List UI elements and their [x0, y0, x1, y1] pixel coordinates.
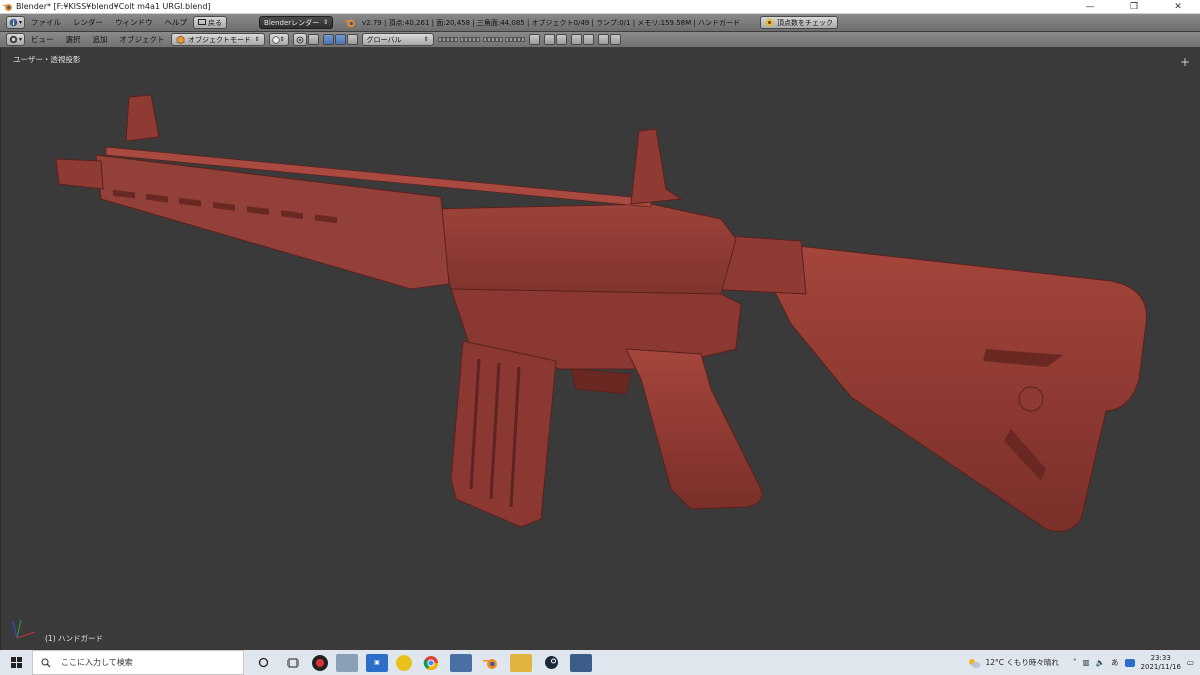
opengl-render-icon[interactable] [597, 34, 609, 45]
minimize-button[interactable]: — [1068, 0, 1112, 14]
check-vertices-label: 頂点数をチェック [776, 18, 833, 27]
photos-app-icon[interactable] [336, 653, 358, 672]
system-tray: 12°C くもり時々晴れ ˄ ▥ 🔈 あ 23:33 2021/11/16 ▭ [967, 650, 1200, 675]
rear-sight-shape [630, 128, 683, 205]
blender-window: Blender* [F:¥KISS¥blend¥Colt m4a1 URGI.b… [0, 0, 1200, 675]
weather-text[interactable]: 12°C くもり時々晴れ [985, 657, 1058, 668]
back-button[interactable]: 戻る [193, 16, 228, 29]
mode-select[interactable]: オブジェクトモード ⇕ [170, 33, 265, 46]
proportional-edit-icon[interactable] [543, 34, 555, 45]
magazine-shape [450, 340, 557, 528]
orientation-value: グローバル [366, 35, 402, 44]
menu-render[interactable]: レンダー [67, 17, 109, 28]
stock-knob-shape [1018, 386, 1044, 412]
info-header: ▾ ファイル レンダー ウィンドウ ヘルプ 戻る Blenderレンダー ⇕ v… [0, 14, 1200, 32]
steam-icon[interactable] [540, 654, 562, 672]
trigger-guard-shape [570, 368, 632, 395]
menu-file[interactable]: ファイル [25, 17, 67, 28]
chevron-up-icon[interactable]: ˄ [1073, 658, 1077, 667]
axis-gizmo-icon [12, 619, 36, 639]
task-view-icon[interactable] [282, 654, 304, 672]
pivot-select[interactable] [292, 33, 307, 46]
menu-help[interactable]: ヘルプ [159, 17, 194, 28]
active-object-info: (1) ハンドガード [45, 634, 104, 643]
start-button[interactable] [0, 650, 32, 675]
menu-add[interactable]: 追加 [87, 34, 114, 45]
muzzle-shape [55, 158, 104, 190]
window-title: Blender* [F:¥KISS¥blend¥Colt m4a1 URGI.b… [16, 2, 211, 11]
translate-manipulator-icon[interactable] [322, 34, 334, 45]
file-explorer-icon[interactable] [510, 653, 532, 672]
object-mode-icon [176, 35, 184, 44]
chrome-icon[interactable] [420, 654, 442, 672]
weather-icon [969, 658, 981, 668]
store-app-icon[interactable]: ▣ [366, 653, 388, 672]
chevron-updown-icon: ⇕ [423, 36, 429, 43]
search-icon [41, 658, 51, 667]
rifle-model[interactable] [1, 49, 1200, 650]
taskbar-search-input[interactable]: ここに入力して検索 [32, 650, 244, 675]
view3d-header: ▾ ビュー 選択 追加 オブジェクト オブジェクトモード ⇕ ⇕ グローバル ⇕ [0, 32, 1200, 48]
menu-window[interactable]: ウィンドウ [109, 17, 159, 28]
cortana-icon[interactable] [252, 654, 274, 672]
rotate-manipulator-icon[interactable] [334, 34, 346, 45]
info-icon [9, 18, 18, 27]
back-label: 戻る [208, 18, 223, 27]
clock-time: 23:33 [1150, 653, 1171, 662]
snap-toggle-icon[interactable] [570, 34, 582, 45]
screen-icon [198, 19, 207, 25]
menu-view[interactable]: ビュー [25, 34, 60, 45]
front-sight-shape [125, 94, 160, 142]
blender-logo-icon [3, 3, 12, 11]
chat-app-icon[interactable] [396, 654, 412, 671]
close-button[interactable]: ✕ [1156, 0, 1200, 14]
viewport-shading-select[interactable]: ⇕ [268, 33, 289, 46]
opengl-animation-icon[interactable] [609, 34, 621, 45]
menu-object[interactable]: オブジェクト [114, 34, 171, 45]
chevron-updown-icon: ⇕ [279, 36, 285, 43]
view3d-icon [9, 35, 18, 44]
volume-icon[interactable]: 🔈 [1096, 658, 1105, 667]
media-app-icon[interactable] [312, 654, 328, 671]
chevron-updown-icon: ⇕ [254, 36, 260, 43]
blender-logo-icon [345, 19, 355, 27]
pc-app-icon[interactable] [450, 653, 472, 672]
pistol-grip-shape [625, 348, 763, 510]
mode-value: オブジェクトモード [188, 35, 251, 44]
windows-taskbar: ここに入力して検索 ▣ 12°C くもり時々晴れ ˄ ▥ 🔈 あ 23:33 2… [0, 650, 1200, 675]
notification-icon[interactable]: ▭ [1187, 658, 1194, 667]
vertex-check-icon [765, 18, 774, 27]
render-engine-value: Blenderレンダー [264, 18, 320, 27]
editor-type-button[interactable]: ▾ [6, 16, 26, 29]
scene-stats: v2.79 | 頂点:40,261 | 面:20,458 | 三角面:44,08… [362, 18, 740, 27]
ime-mode-indicator[interactable]: あ [1111, 657, 1119, 668]
clock-date: 2021/11/16 [1140, 662, 1181, 671]
cloud-sync-icon[interactable] [1124, 658, 1135, 667]
taskbar-clock[interactable]: 23:33 2021/11/16 [1141, 654, 1181, 672]
snap-element-icon[interactable] [582, 34, 594, 45]
maximize-button[interactable]: ❐ [1112, 0, 1156, 14]
scale-manipulator-icon[interactable] [346, 34, 358, 45]
check-vertices-button[interactable]: 頂点数をチェック [759, 16, 838, 29]
search-placeholder: ここに入力して検索 [61, 658, 133, 667]
chevron-updown-icon: ⇕ [322, 19, 329, 26]
render-engine-select[interactable]: Blenderレンダー ⇕ [259, 16, 334, 29]
properties-toggle-icon[interactable]: + [1180, 55, 1190, 69]
manipulator-toggle-icon[interactable] [307, 34, 319, 45]
menu-select[interactable]: 選択 [60, 34, 87, 45]
network-icon[interactable]: ▥ [1083, 658, 1090, 667]
pivot-icon [296, 36, 303, 43]
solid-shading-icon [271, 35, 280, 44]
orientation-select[interactable]: グローバル ⇕ [361, 33, 434, 46]
windows-logo-icon [10, 657, 22, 668]
screenshot-app-icon[interactable] [570, 653, 592, 672]
view3d-editor-type-button[interactable]: ▾ [6, 33, 26, 46]
lock-camera-icon[interactable] [528, 34, 540, 45]
window-titlebar: Blender* [F:¥KISS¥blend¥Colt m4a1 URGI.b… [0, 0, 1200, 14]
3d-viewport[interactable]: ユーザー・透視投影 + (1) ハンドガード [0, 49, 1200, 650]
layer-buttons[interactable] [437, 37, 525, 42]
proportional-falloff-icon[interactable] [555, 34, 567, 45]
blender-taskbar-icon[interactable] [480, 654, 502, 672]
viewport-label: ユーザー・透視投影 [13, 55, 81, 64]
